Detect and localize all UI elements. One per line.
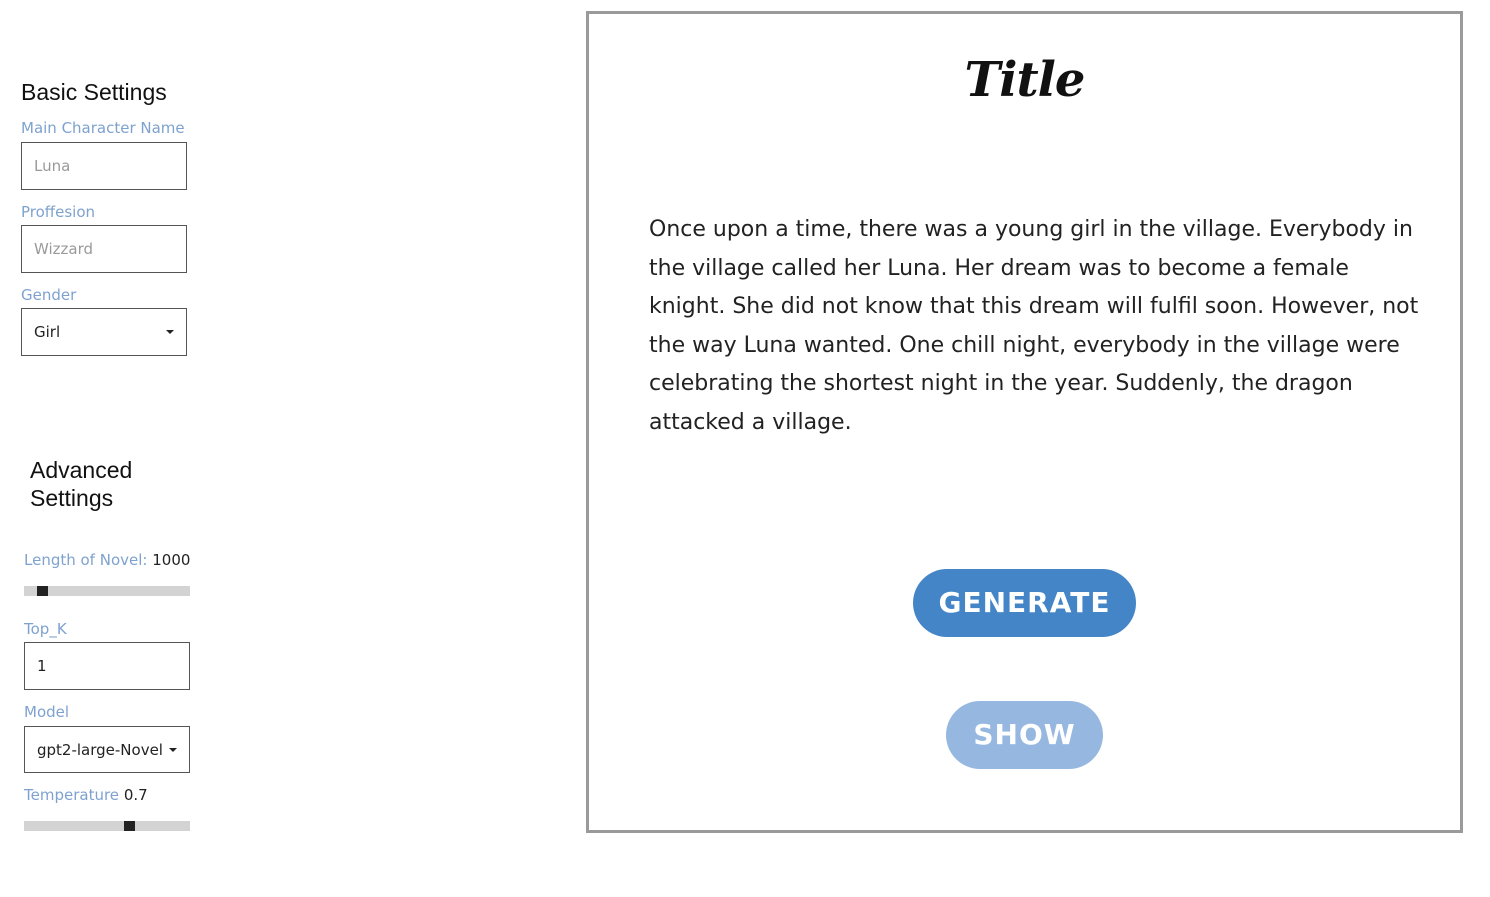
- temperature-label: Temperature 0.7: [24, 785, 148, 805]
- gender-select[interactable]: Girl: [21, 308, 187, 356]
- model-selected-value: gpt2-large-Novel: [37, 740, 163, 759]
- caret-down-icon: [166, 330, 174, 334]
- character-name-input[interactable]: [21, 142, 187, 190]
- novel-length-value: 1000: [152, 551, 191, 569]
- story-title: Title: [964, 52, 1086, 108]
- temperature-label-text: Temperature: [24, 786, 120, 804]
- top-k-label: Top_K: [24, 620, 67, 638]
- character-name-label: Main Character Name: [21, 119, 185, 137]
- story-text: Once upon a time, there was a young girl…: [649, 217, 1419, 435]
- advanced-settings-heading: Advanced Settings: [30, 456, 132, 512]
- profession-input[interactable]: [21, 225, 187, 273]
- story-panel: Title Once upon a time, there was a youn…: [586, 11, 1463, 833]
- gender-selected-value: Girl: [34, 323, 61, 341]
- novel-length-slider-thumb[interactable]: [37, 586, 49, 596]
- caret-down-icon: [169, 747, 177, 752]
- show-button[interactable]: SHOW: [946, 701, 1103, 769]
- gender-label: Gender: [21, 286, 77, 304]
- top-k-input[interactable]: [24, 642, 190, 690]
- basic-settings-heading: Basic Settings: [21, 79, 167, 105]
- model-label: Model: [24, 703, 70, 721]
- temperature-slider-thumb[interactable]: [123, 821, 135, 831]
- novel-length-label-text: Length of Novel:: [24, 551, 148, 569]
- temperature-value: 0.7: [123, 786, 148, 804]
- model-select[interactable]: gpt2-large-Novel: [24, 726, 190, 773]
- novel-length-label: Length of Novel: 1000: [24, 550, 190, 570]
- advanced-settings-heading-line2: Settings: [30, 485, 114, 511]
- temperature-slider[interactable]: [24, 821, 190, 831]
- novel-length-slider[interactable]: [24, 586, 190, 596]
- generate-button[interactable]: GENERATE: [913, 569, 1136, 637]
- profession-label: Proffesion: [21, 203, 96, 221]
- advanced-settings-heading-line1: Advanced: [30, 457, 133, 483]
